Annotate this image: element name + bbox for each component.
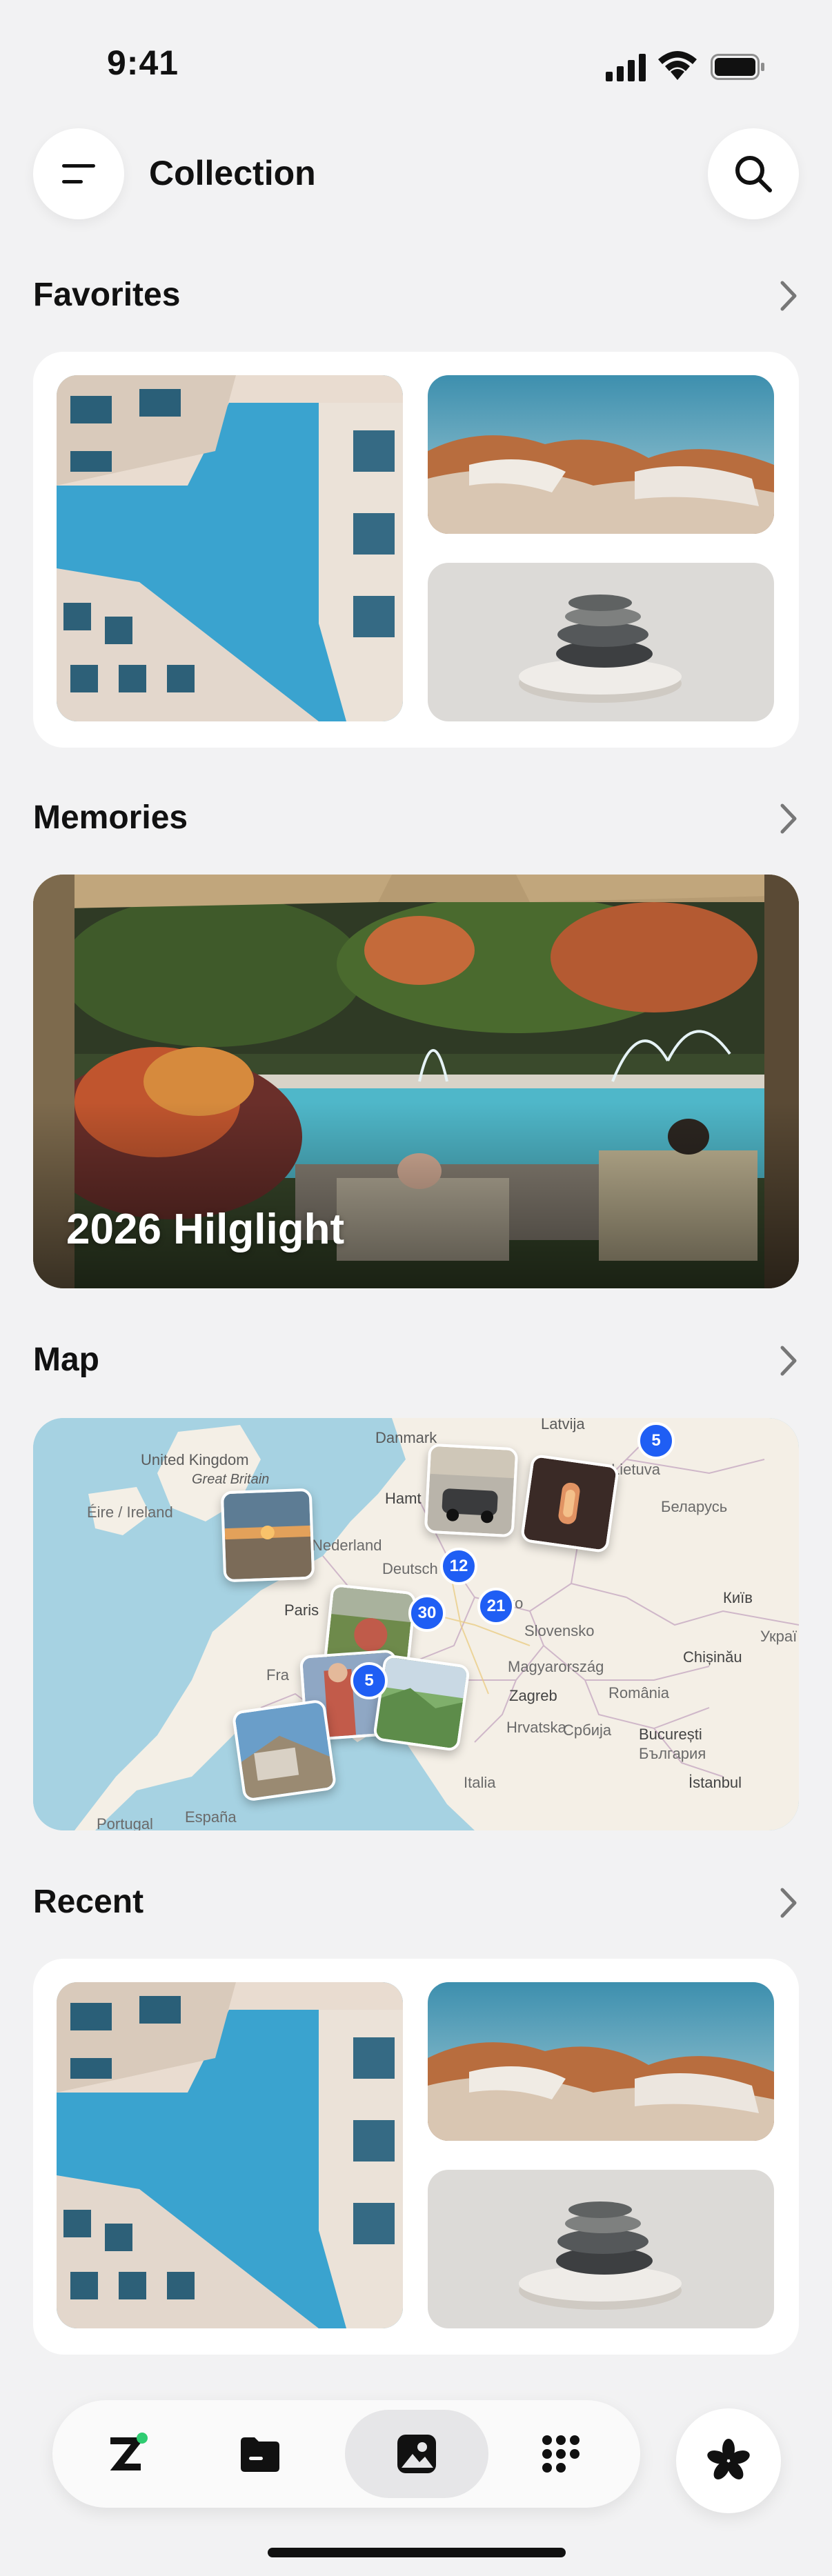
asterisk-icon	[707, 2439, 750, 2479]
recent-photo-building[interactable]	[57, 1982, 403, 2328]
favorite-photo-building[interactable]	[57, 375, 403, 721]
grid-icon	[542, 2435, 580, 2473]
map-cluster-badge[interactable]: 30	[408, 1595, 446, 1632]
search-icon	[735, 156, 772, 192]
building-photo	[57, 375, 403, 721]
map-cluster-badge[interactable]: 5	[350, 1662, 388, 1699]
map-label: Hrvatska	[506, 1719, 566, 1736]
map-label: Danmark	[375, 1429, 437, 1446]
map-label: Deutsch	[382, 1560, 438, 1577]
map-cluster-badge[interactable]: 12	[440, 1548, 477, 1585]
valley-photo	[375, 1657, 468, 1749]
brand-icon	[110, 2433, 148, 2470]
map-photo-pin[interactable]	[424, 1443, 519, 1538]
map-label: Great Britain	[192, 1472, 270, 1487]
map-label: United Kingdom	[141, 1451, 249, 1468]
map-label: Éire / Ireland	[87, 1504, 173, 1521]
map-card[interactable]: Latvija Danmark United Kingdom Great Bri…	[33, 1418, 799, 1830]
memory-title: 2026 Hilglight	[66, 1206, 345, 1253]
recent-photo-stones[interactable]	[428, 2170, 774, 2328]
status-bar: 9:41	[0, 0, 832, 138]
recent-card	[33, 1959, 799, 2355]
window-photo	[523, 1457, 617, 1550]
menu-icon	[62, 164, 95, 183]
map-label: Italia	[464, 1774, 496, 1791]
folder-icon	[241, 2437, 279, 2472]
favorites-card	[33, 352, 799, 748]
cellular-signal-icon	[606, 54, 646, 81]
map-label: București	[639, 1726, 702, 1743]
nav-item-photos[interactable]	[345, 2410, 488, 2498]
map-label: Paris	[284, 1601, 319, 1619]
asterisk-button[interactable]	[676, 2408, 781, 2513]
favorite-photo-stones[interactable]	[428, 563, 774, 721]
menu-button[interactable]	[33, 128, 124, 219]
photo-icon	[397, 2435, 436, 2473]
status-time: 9:41	[107, 43, 179, 82]
map-label: Magyarország	[508, 1658, 604, 1675]
map-photo-pin[interactable]	[519, 1453, 620, 1554]
nav-item-brand[interactable]	[62, 2410, 193, 2498]
home-indicator[interactable]	[268, 2548, 566, 2557]
bottom-nav	[52, 2400, 640, 2508]
dunes-photo	[428, 375, 774, 534]
memories-section-title: Memories	[33, 799, 188, 836]
search-button[interactable]	[708, 128, 799, 219]
map-chevron-right-icon[interactable]	[777, 1344, 800, 1378]
map-label: Latvija	[541, 1418, 585, 1432]
map-label: Украї	[760, 1628, 798, 1645]
map-label: България	[639, 1745, 706, 1762]
nav-item-files[interactable]	[195, 2410, 326, 2498]
map-cluster-badge[interactable]: 5	[637, 1422, 675, 1459]
map-photo-pin[interactable]	[231, 1699, 337, 1802]
recent-section-title: Recent	[33, 1884, 144, 1920]
car-photo	[426, 1446, 516, 1535]
coast-photo	[234, 1701, 335, 1799]
favorites-section-title: Favorites	[33, 277, 181, 313]
map-label: Київ	[723, 1589, 753, 1606]
sunset-photo	[223, 1490, 313, 1580]
wifi-icon	[658, 51, 697, 80]
memory-card[interactable]: 2026 Hilglight	[33, 875, 799, 1288]
recent-photo-dunes[interactable]	[428, 1982, 774, 2141]
collection-screen: 9:41 Collection Favorites Memories 2026 …	[0, 0, 832, 2576]
map-label: Slovensko	[524, 1622, 595, 1639]
memories-chevron-right-icon[interactable]	[777, 801, 800, 836]
map-label: Fra	[266, 1666, 289, 1684]
battery-icon	[711, 54, 764, 80]
map-label: España	[185, 1808, 237, 1826]
stones-photo	[428, 563, 774, 721]
map-cluster-badge[interactable]: 21	[477, 1588, 515, 1625]
map-label: Србија	[563, 1721, 612, 1739]
map-label: Беларусь	[661, 1498, 728, 1515]
page-title: Collection	[149, 154, 316, 192]
map-photo-pin[interactable]	[220, 1488, 315, 1583]
recent-chevron-right-icon[interactable]	[777, 1886, 800, 1920]
map-label: România	[608, 1684, 670, 1701]
map-section-title: Map	[33, 1341, 99, 1378]
map-label: Portugal	[97, 1815, 153, 1830]
map-photo-pin[interactable]	[372, 1653, 471, 1753]
building-photo	[57, 1982, 403, 2328]
map-label: Zagreb	[509, 1687, 557, 1704]
favorites-chevron-right-icon[interactable]	[777, 279, 800, 313]
map-label: Nederland	[312, 1537, 382, 1554]
map-label: Lietuva	[611, 1461, 660, 1478]
map-label: Chișinău	[683, 1648, 742, 1666]
nav-item-apps[interactable]	[495, 2410, 626, 2498]
favorite-photo-dunes[interactable]	[428, 375, 774, 534]
dunes-photo	[428, 1982, 774, 2141]
map-label: Hamt	[385, 1490, 422, 1507]
stones-photo	[428, 2170, 774, 2328]
map-label: İstanbul	[689, 1774, 742, 1791]
